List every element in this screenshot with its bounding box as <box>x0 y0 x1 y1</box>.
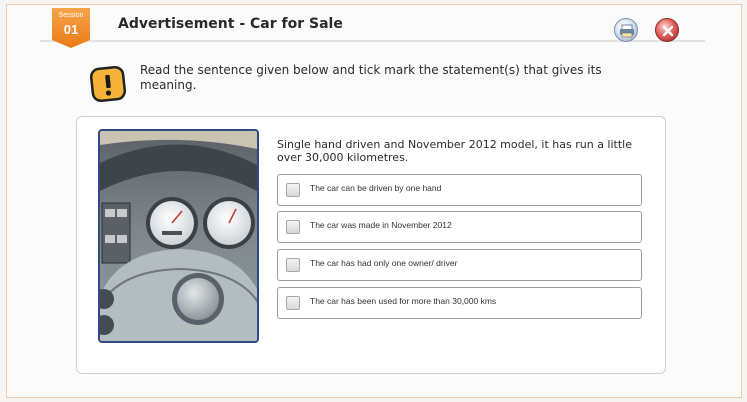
close-icon <box>662 25 674 37</box>
print-button[interactable] <box>614 18 638 42</box>
session-label: Session <box>58 12 84 19</box>
option-3[interactable]: The car has had only one owner/ driver <box>277 249 642 281</box>
option-4[interactable]: The car has been used for more than 30,0… <box>277 287 642 319</box>
option-2-label: The car was made in November 2012 <box>310 220 452 230</box>
option-4-label: The car has been used for more than 30,0… <box>310 296 497 306</box>
page-title: Advertisement - Car for Sale <box>118 16 343 32</box>
option-2[interactable]: The car was made in November 2012 <box>277 211 642 243</box>
option-3-label: The car has had only one owner/ driver <box>310 258 458 268</box>
option-4-checkbox[interactable] <box>286 296 300 310</box>
session-number: 01 <box>63 22 79 37</box>
print-icon <box>620 24 634 38</box>
option-2-checkbox[interactable] <box>286 220 300 234</box>
header-divider <box>40 40 705 42</box>
option-1-label: The car can be driven by one hand <box>310 183 442 193</box>
close-button[interactable] <box>655 18 679 42</box>
option-3-checkbox[interactable] <box>286 258 300 272</box>
option-1-checkbox[interactable] <box>286 183 300 197</box>
warning-exclamation-icon <box>90 66 126 102</box>
session-badge: Session 01 <box>52 8 90 48</box>
car-dashboard-image <box>98 129 259 343</box>
option-1[interactable]: The car can be driven by one hand <box>277 174 642 206</box>
instruction-text: Read the sentence given below and tick m… <box>140 63 602 92</box>
question-statement: Single hand driven and November 2012 mod… <box>277 138 632 164</box>
